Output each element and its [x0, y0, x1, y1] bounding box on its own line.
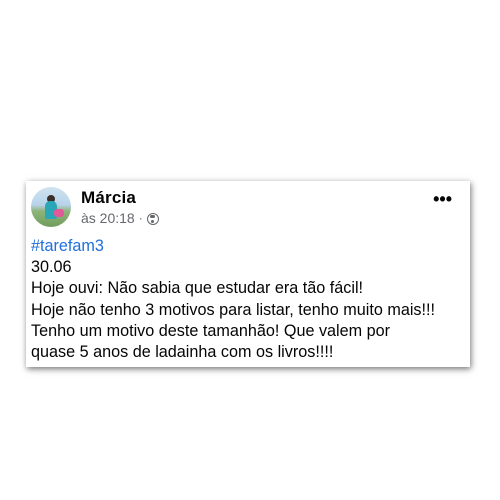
post-header: Márcia às 20:18 · •••: [26, 181, 470, 233]
hashtag-link[interactable]: #tarefam3: [31, 236, 463, 257]
post-text-line: Hoje não tenho 3 motivos para listar, te…: [31, 300, 435, 319]
globe-icon[interactable]: [146, 213, 159, 225]
post-meta: às 20:18 ·: [81, 210, 159, 226]
post-timestamp[interactable]: às 20:18: [81, 210, 135, 226]
avatar[interactable]: [31, 187, 71, 227]
author-name[interactable]: Márcia: [81, 188, 136, 208]
post-body: #tarefam3 30.06 Hoje ouvi: Não sabia que…: [31, 236, 463, 363]
post-text-line: Tenho um motivo deste tamanhão! Que vale…: [31, 321, 391, 340]
meta-separator: ·: [138, 211, 143, 225]
post-text-line: Hoje ouvi: Não sabia que estudar era tão…: [31, 279, 364, 298]
post-text-line: 30.06: [31, 258, 72, 277]
avatar-photo-detail: [54, 209, 64, 217]
post-text-line: quase 5 anos de ladainha com os livros!!…: [31, 343, 334, 362]
more-options-button[interactable]: •••: [433, 189, 452, 209]
post-card: Márcia às 20:18 · ••• #tarefam3 30.06 Ho…: [26, 181, 470, 367]
